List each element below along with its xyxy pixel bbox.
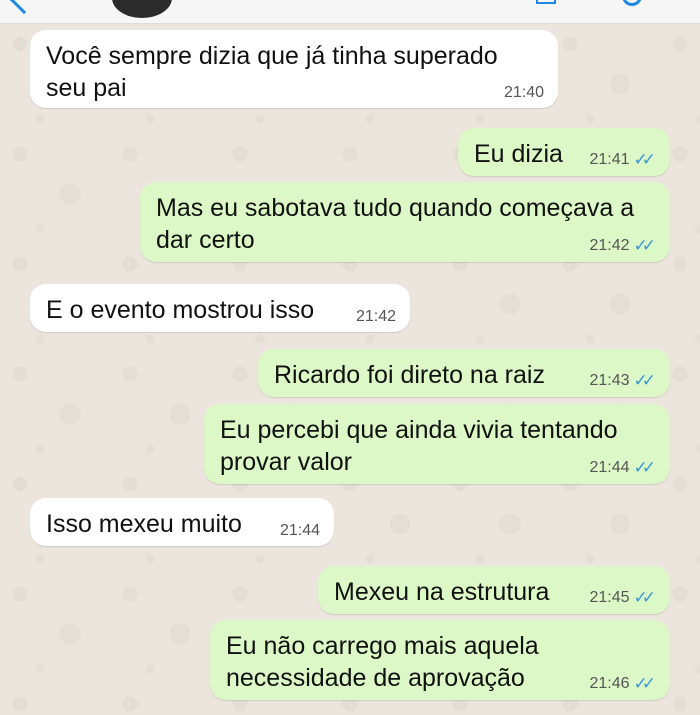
message-bubble[interactable]: Isso mexeu muito 21:44 <box>30 498 334 546</box>
message-meta: 21:44 ✓✓ <box>589 458 656 478</box>
message-bubble[interactable]: Eu percebi que ainda vivia tentando prov… <box>204 404 670 484</box>
message-meta: 21:43 ✓✓ <box>589 371 656 391</box>
message-time: 21:40 <box>503 84 544 101</box>
message-meta: 21:41 ✓✓ <box>589 150 656 170</box>
message-time: 21:43 <box>589 372 630 389</box>
message-time: 21:41 <box>589 151 630 168</box>
chat-header <box>0 0 700 24</box>
message-text: Você sempre dizia que já tinha superado … <box>46 42 498 102</box>
video-call-icon[interactable] <box>536 0 556 4</box>
message-bubble[interactable]: E o evento mostrou isso 21:42 <box>30 284 410 332</box>
message-time: 21:44 <box>589 459 630 476</box>
message-meta: 21:45 ✓✓ <box>589 588 656 608</box>
phone-call-icon[interactable] <box>622 0 642 6</box>
read-receipt-icon: ✓✓ <box>633 371 656 390</box>
back-arrow-icon[interactable] <box>9 0 39 15</box>
message-time: 21:42 <box>355 308 396 325</box>
message-bubble[interactable]: Você sempre dizia que já tinha superado … <box>30 30 558 108</box>
message-time: 21:42 <box>589 237 630 254</box>
message-bubble[interactable]: Eu não carrego mais aquela necessidade d… <box>210 620 670 700</box>
message-time: 21:45 <box>589 589 630 606</box>
message-meta: 21:42 <box>356 308 396 326</box>
message-meta: 21:44 <box>280 522 320 540</box>
contact-avatar[interactable] <box>112 0 172 18</box>
message-meta: 21:46 ✓✓ <box>589 674 656 694</box>
message-bubble[interactable]: Eu dizia 21:41 ✓✓ <box>458 128 670 176</box>
message-time: 21:44 <box>279 522 320 539</box>
read-receipt-icon: ✓✓ <box>633 588 656 607</box>
message-text: E o evento mostrou isso <box>46 296 315 324</box>
read-receipt-icon: ✓✓ <box>633 150 656 169</box>
message-meta: 21:40 <box>504 84 544 102</box>
message-bubble[interactable]: Ricardo foi direto na raiz 21:43 ✓✓ <box>258 349 670 397</box>
message-bubble[interactable]: Mas eu sabotava tudo quando começava a d… <box>140 182 670 262</box>
message-meta: 21:42 ✓✓ <box>589 236 656 256</box>
read-receipt-icon: ✓✓ <box>633 236 656 255</box>
message-bubble[interactable]: Mexeu na estrutura 21:45 ✓✓ <box>318 566 670 614</box>
message-text: Isso mexeu muito <box>46 510 242 538</box>
read-receipt-icon: ✓✓ <box>633 458 656 477</box>
chat-area[interactable]: Você sempre dizia que já tinha superado … <box>0 24 700 715</box>
message-text: Mas eu sabotava tudo quando começava a d… <box>156 194 635 254</box>
message-time: 21:46 <box>589 675 630 692</box>
read-receipt-icon: ✓✓ <box>633 674 656 693</box>
